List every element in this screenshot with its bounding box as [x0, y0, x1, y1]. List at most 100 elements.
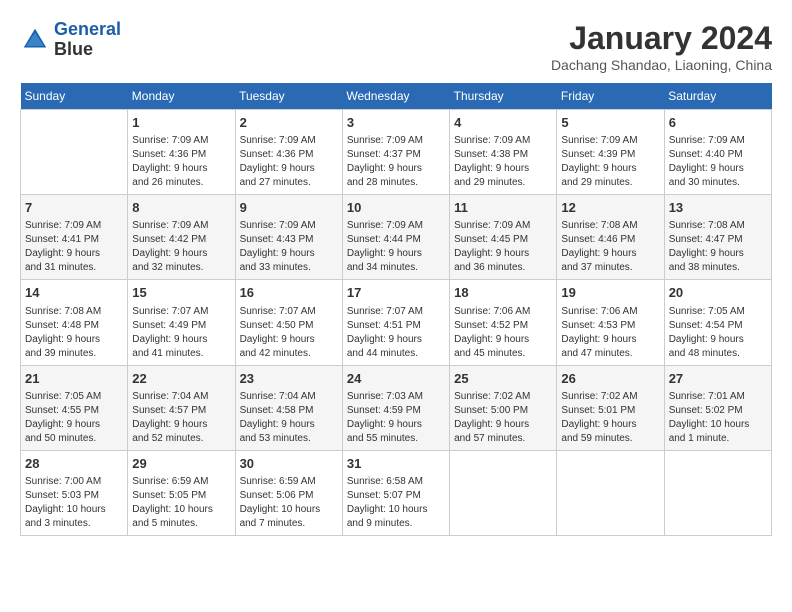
calendar-cell: 13 Sunrise: 7:08 AM Sunset: 4:47 PM Dayli…: [664, 195, 771, 280]
day-info: Sunrise: 7:09 AM Sunset: 4:40 PM Dayligh…: [669, 134, 767, 190]
day-number: 11: [454, 199, 552, 217]
calendar-cell: [557, 450, 664, 535]
calendar-table: SundayMondayTuesdayWednesdayThursdayFrid…: [20, 83, 772, 536]
day-number: 27: [669, 370, 767, 388]
day-info: Sunrise: 7:09 AM Sunset: 4:44 PM Dayligh…: [347, 219, 445, 275]
calendar-cell: 29 Sunrise: 6:59 AM Sunset: 5:05 PM Dayli…: [128, 450, 235, 535]
calendar-cell: [21, 110, 128, 195]
calendar-cell: 20Sunrise: 7:05 AM Sunset: 4:54 PM Dayli…: [664, 280, 771, 365]
calendar-cell: 27 Sunrise: 7:01 AM Sunset: 5:02 PM Dayli…: [664, 365, 771, 450]
day-number: 29: [132, 455, 230, 473]
weekday-header-wednesday: Wednesday: [342, 83, 449, 110]
day-number: 15: [132, 284, 230, 302]
calendar-cell: 12 Sunrise: 7:08 AM Sunset: 4:46 PM Dayli…: [557, 195, 664, 280]
calendar-cell: 8Sunrise: 7:09 AM Sunset: 4:42 PM Daylig…: [128, 195, 235, 280]
weekday-header-thursday: Thursday: [450, 83, 557, 110]
calendar-cell: 3 Sunrise: 7:09 AM Sunset: 4:37 PM Daylig…: [342, 110, 449, 195]
calendar-cell: 22 Sunrise: 7:04 AM Sunset: 4:57 PM Dayli…: [128, 365, 235, 450]
day-number: 19: [561, 284, 659, 302]
calendar-cell: 9 Sunrise: 7:09 AM Sunset: 4:43 PM Daylig…: [235, 195, 342, 280]
page-header: General Blue January 2024 Dachang Shanda…: [20, 20, 772, 73]
calendar-cell: 1Sunrise: 7:09 AM Sunset: 4:36 PM Daylig…: [128, 110, 235, 195]
calendar-cell: 4 Sunrise: 7:09 AM Sunset: 4:38 PM Daylig…: [450, 110, 557, 195]
day-number: 31: [347, 455, 445, 473]
calendar-cell: [664, 450, 771, 535]
day-number: 17: [347, 284, 445, 302]
day-number: 20: [669, 284, 767, 302]
week-row-3: 21Sunrise: 7:05 AM Sunset: 4:55 PM Dayli…: [21, 365, 772, 450]
logo: General Blue: [20, 20, 121, 60]
calendar-cell: 11 Sunrise: 7:09 AM Sunset: 4:45 PM Dayli…: [450, 195, 557, 280]
calendar-cell: 14 Sunrise: 7:08 AM Sunset: 4:48 PM Dayli…: [21, 280, 128, 365]
calendar-cell: 16Sunrise: 7:07 AM Sunset: 4:50 PM Dayli…: [235, 280, 342, 365]
calendar-cell: 17 Sunrise: 7:07 AM Sunset: 4:51 PM Dayli…: [342, 280, 449, 365]
calendar-cell: 28Sunrise: 7:00 AM Sunset: 5:03 PM Dayli…: [21, 450, 128, 535]
day-info: Sunrise: 7:01 AM Sunset: 5:02 PM Dayligh…: [669, 390, 767, 446]
week-row-4: 28Sunrise: 7:00 AM Sunset: 5:03 PM Dayli…: [21, 450, 772, 535]
day-number: 4: [454, 114, 552, 132]
day-info: Sunrise: 7:08 AM Sunset: 4:46 PM Dayligh…: [561, 219, 659, 275]
day-number: 26: [561, 370, 659, 388]
day-info: Sunrise: 7:08 AM Sunset: 4:47 PM Dayligh…: [669, 219, 767, 275]
day-info: Sunrise: 7:04 AM Sunset: 4:58 PM Dayligh…: [240, 390, 338, 446]
calendar-cell: 23 Sunrise: 7:04 AM Sunset: 4:58 PM Dayli…: [235, 365, 342, 450]
day-info: Sunrise: 7:09 AM Sunset: 4:36 PM Dayligh…: [132, 134, 230, 190]
calendar-cell: 7 Sunrise: 7:09 AM Sunset: 4:41 PM Daylig…: [21, 195, 128, 280]
day-number: 8: [132, 199, 230, 217]
day-number: 22: [132, 370, 230, 388]
calendar-cell: 6 Sunrise: 7:09 AM Sunset: 4:40 PM Daylig…: [664, 110, 771, 195]
location: Dachang Shandao, Liaoning, China: [551, 57, 772, 73]
day-number: 2: [240, 114, 338, 132]
weekday-header-friday: Friday: [557, 83, 664, 110]
day-info: Sunrise: 7:00 AM Sunset: 5:03 PM Dayligh…: [25, 475, 123, 531]
day-number: 7: [25, 199, 123, 217]
calendar-cell: 26 Sunrise: 7:02 AM Sunset: 5:01 PM Dayli…: [557, 365, 664, 450]
logo-text: General Blue: [54, 20, 121, 60]
day-info: Sunrise: 7:09 AM Sunset: 4:39 PM Dayligh…: [561, 134, 659, 190]
day-info: Sunrise: 7:02 AM Sunset: 5:00 PM Dayligh…: [454, 390, 552, 446]
day-number: 10: [347, 199, 445, 217]
day-number: 13: [669, 199, 767, 217]
day-number: 18: [454, 284, 552, 302]
day-info: Sunrise: 7:07 AM Sunset: 4:51 PM Dayligh…: [347, 305, 445, 361]
day-info: Sunrise: 7:06 AM Sunset: 4:52 PM Dayligh…: [454, 305, 552, 361]
day-number: 9: [240, 199, 338, 217]
weekday-header-saturday: Saturday: [664, 83, 771, 110]
day-number: 24: [347, 370, 445, 388]
logo-icon: [20, 25, 50, 55]
day-info: Sunrise: 7:09 AM Sunset: 4:37 PM Dayligh…: [347, 134, 445, 190]
calendar-cell: 18 Sunrise: 7:06 AM Sunset: 4:52 PM Dayli…: [450, 280, 557, 365]
calendar-cell: 25 Sunrise: 7:02 AM Sunset: 5:00 PM Dayli…: [450, 365, 557, 450]
day-info: Sunrise: 7:09 AM Sunset: 4:41 PM Dayligh…: [25, 219, 123, 275]
day-info: Sunrise: 7:06 AM Sunset: 4:53 PM Dayligh…: [561, 305, 659, 361]
calendar-cell: 31 Sunrise: 6:58 AM Sunset: 5:07 PM Dayli…: [342, 450, 449, 535]
day-number: 12: [561, 199, 659, 217]
day-info: Sunrise: 7:09 AM Sunset: 4:45 PM Dayligh…: [454, 219, 552, 275]
calendar-cell: 5Sunrise: 7:09 AM Sunset: 4:39 PM Daylig…: [557, 110, 664, 195]
day-number: 23: [240, 370, 338, 388]
day-info: Sunrise: 7:09 AM Sunset: 4:38 PM Dayligh…: [454, 134, 552, 190]
day-number: 6: [669, 114, 767, 132]
weekday-header-row: SundayMondayTuesdayWednesdayThursdayFrid…: [21, 83, 772, 110]
day-info: Sunrise: 7:03 AM Sunset: 4:59 PM Dayligh…: [347, 390, 445, 446]
weekday-header-tuesday: Tuesday: [235, 83, 342, 110]
calendar-cell: 30 Sunrise: 6:59 AM Sunset: 5:06 PM Dayli…: [235, 450, 342, 535]
day-info: Sunrise: 6:59 AM Sunset: 5:05 PM Dayligh…: [132, 475, 230, 531]
day-info: Sunrise: 7:09 AM Sunset: 4:43 PM Dayligh…: [240, 219, 338, 275]
day-info: Sunrise: 6:59 AM Sunset: 5:06 PM Dayligh…: [240, 475, 338, 531]
day-info: Sunrise: 6:58 AM Sunset: 5:07 PM Dayligh…: [347, 475, 445, 531]
day-info: Sunrise: 7:04 AM Sunset: 4:57 PM Dayligh…: [132, 390, 230, 446]
calendar-cell: [450, 450, 557, 535]
day-number: 30: [240, 455, 338, 473]
month-title: January 2024: [551, 20, 772, 57]
week-row-0: 1Sunrise: 7:09 AM Sunset: 4:36 PM Daylig…: [21, 110, 772, 195]
day-info: Sunrise: 7:02 AM Sunset: 5:01 PM Dayligh…: [561, 390, 659, 446]
day-number: 3: [347, 114, 445, 132]
day-number: 16: [240, 284, 338, 302]
day-number: 21: [25, 370, 123, 388]
day-info: Sunrise: 7:09 AM Sunset: 4:36 PM Dayligh…: [240, 134, 338, 190]
day-info: Sunrise: 7:08 AM Sunset: 4:48 PM Dayligh…: [25, 305, 123, 361]
day-number: 25: [454, 370, 552, 388]
calendar-cell: 24 Sunrise: 7:03 AM Sunset: 4:59 PM Dayli…: [342, 365, 449, 450]
day-number: 14: [25, 284, 123, 302]
